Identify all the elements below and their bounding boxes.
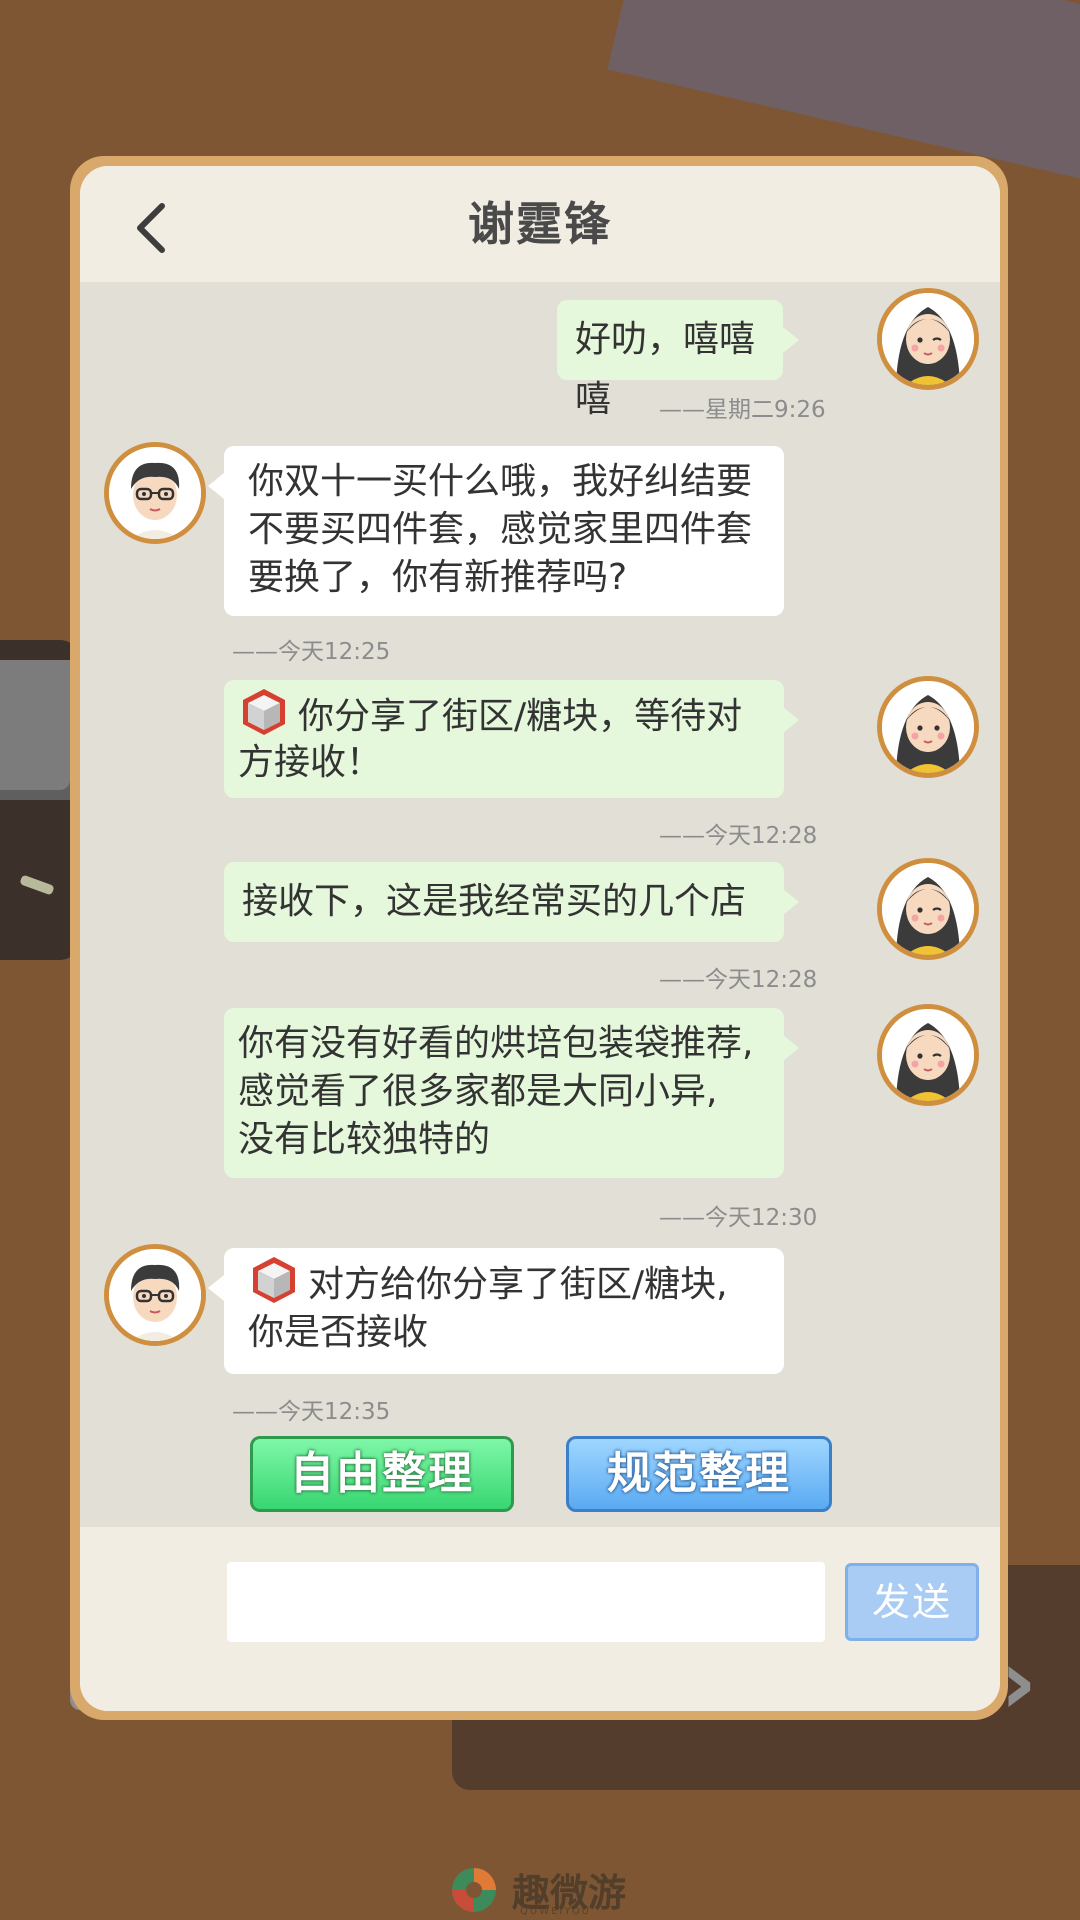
message-timestamp: ——今天12:28 [659,967,818,993]
girl-avatar-icon [882,293,974,385]
boy-avatar-icon [109,1249,201,1341]
watermark-subtext: QUWEIYOU [520,1906,592,1917]
standard-sort-button[interactable]: 规范整理 [566,1436,832,1512]
block-cube-icon [248,1254,300,1306]
chat-dialog: 谢霆锋 好叻，嘻嘻嘻 ——星期二9:26 你双十一买什么哦，我好纠结要 不要买四… [80,166,1000,1711]
message-timestamp: ——今天12:30 [659,1205,818,1231]
message-bubble-sent: 接收下，这是我经常买的几个店 [224,862,784,942]
message-bubble-sent: 你有没有好看的烘培包装袋推荐, 感觉看了很多家都是大同小异, 没有比较独特的 [224,1008,784,1178]
bubble-tail [208,473,224,499]
free-sort-button[interactable]: 自由整理 [250,1436,514,1512]
message-line: 方接收！ [238,742,383,783]
quweiyou-logo-icon [452,1868,496,1912]
message-line: 你是否接收 [248,1312,429,1353]
bubble-tail [208,1275,224,1301]
message-input[interactable] [227,1562,825,1642]
message-timestamp: ——今天12:28 [659,823,818,849]
avatar-me[interactable] [877,858,979,960]
block-cube-icon [238,686,290,738]
avatar-me[interactable] [877,1004,979,1106]
avatar-contact[interactable] [104,1244,206,1346]
message-bubble-sent: 好叻，嘻嘻嘻 [557,300,783,420]
message-text: 接收下，这是我经常买的几个店 [242,881,747,922]
message-timestamp: ——今天12:35 [232,1399,391,1425]
girl-avatar-icon [882,681,974,773]
message-line: 感觉看了很多家都是大同小异, [238,1071,718,1112]
background-building [0,660,80,800]
boy-avatar-icon [109,447,201,539]
send-button[interactable]: 发送 [845,1563,979,1641]
bubble-tail [783,889,799,915]
message-timestamp: ——星期二9:26 [659,397,826,423]
message-bubble-received: 你双十一买什么哦，我好纠结要 不要买四件套，感觉家里四件套 要换了，你有新推荐吗… [224,446,784,616]
message-line: 你双十一买什么哦，我好纠结要 [248,461,753,502]
chat-header: 谢霆锋 [80,166,1000,282]
message-bubble-sent[interactable]: 你分享了街区/糖块，等待对 方接收！ [224,680,784,798]
avatar-contact[interactable] [104,442,206,544]
avatar-me[interactable] [877,676,979,778]
avatar-me[interactable] [877,288,979,390]
bubble-tail [783,327,799,353]
message-composer: 发送 [80,1527,1000,1711]
message-bubble-received[interactable]: 对方给你分享了街区/糖块, 你是否接收 [224,1248,784,1374]
bubble-tail [783,1035,799,1061]
message-timestamp: ——今天12:25 [232,639,391,665]
chat-title: 谢霆锋 [468,197,612,251]
girl-avatar-icon [882,1009,974,1101]
chat-message-list[interactable]: 好叻，嘻嘻嘻 ——星期二9:26 你双十一买什么哦，我好纠结要 不要买四件套，感… [80,282,1000,1527]
back-arrow-icon[interactable] [128,200,176,256]
message-line: 你分享了街区/糖块，等待对 [298,696,743,737]
message-line: 你有没有好看的烘培包装袋推荐, [238,1023,754,1064]
message-line: 对方给你分享了街区/糖块, [308,1264,728,1305]
girl-avatar-icon [882,863,974,955]
bubble-tail [783,707,799,733]
message-line: 没有比较独特的 [238,1119,491,1160]
message-line: 要换了，你有新推荐吗? [248,557,628,598]
message-line: 不要买四件套，感觉家里四件套 [248,509,753,550]
watermark: 趣微游 QUWEIYOU [448,1860,648,1920]
